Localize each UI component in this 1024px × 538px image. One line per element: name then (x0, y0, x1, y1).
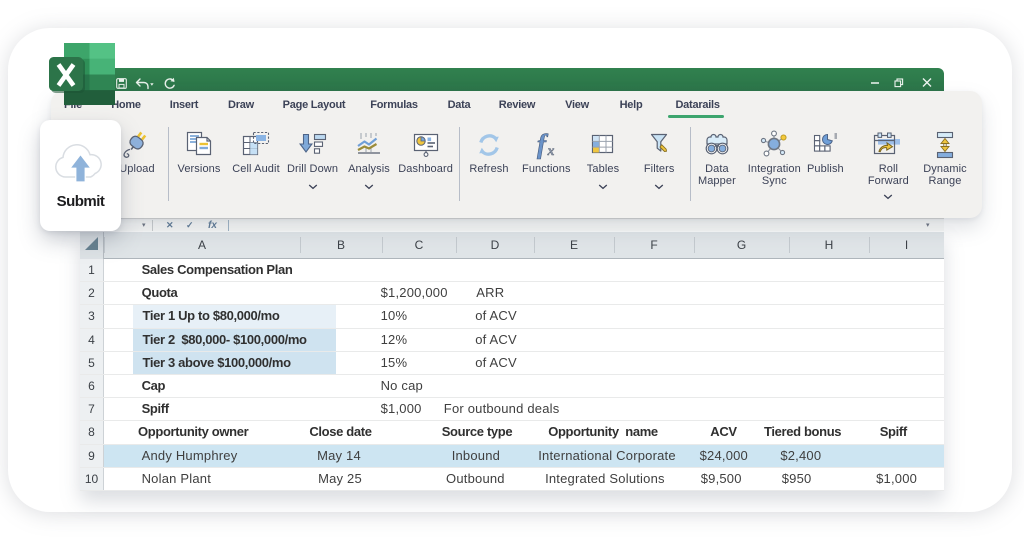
svg-text:x: x (547, 144, 555, 159)
